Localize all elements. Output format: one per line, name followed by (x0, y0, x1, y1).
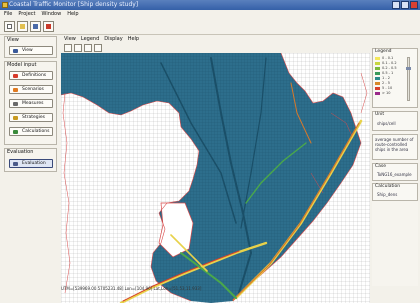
strategies-label: Strategies (22, 115, 45, 120)
minimize-button[interactable] (392, 1, 400, 9)
legend-item: 0.5 - 1 (375, 71, 393, 75)
window-title: Coastal Traffic Monitor [Ship density st… (9, 1, 139, 8)
calculations-label: Calculations (22, 129, 50, 134)
legend-item: 1 - 2 (375, 76, 390, 80)
title-bar: Coastal Traffic Monitor [Ship density st… (0, 0, 420, 10)
legend-slider-thumb[interactable] (406, 67, 411, 70)
legend-item: 5 - 10 (375, 86, 392, 90)
legend-slider[interactable] (407, 57, 410, 101)
pan-tool[interactable] (94, 44, 102, 52)
menu-window[interactable]: Window (41, 11, 61, 18)
toolbar (0, 19, 420, 35)
unit-section: Unit ships/cell (372, 111, 418, 131)
page-icon (7, 24, 12, 29)
measures-button[interactable]: Measures (9, 99, 53, 108)
evaluation-section-label: Evaluation (7, 149, 34, 155)
model-input-section: Model input Definitions Scenarios Measur… (4, 61, 57, 145)
menu-project[interactable]: Project (18, 11, 35, 18)
project-button[interactable] (43, 21, 54, 32)
map-menu-display[interactable]: Display (104, 35, 122, 43)
window-controls (392, 1, 418, 9)
eye-icon (13, 49, 18, 53)
view-section-label: View (7, 37, 19, 43)
strategies-button[interactable]: Strategies (9, 113, 53, 122)
definitions-button[interactable]: Definitions (9, 71, 53, 80)
menu-file[interactable]: File (4, 11, 12, 18)
folder-icon (20, 24, 25, 29)
evaluation-button[interactable]: Evaluation (9, 159, 53, 168)
definitions-icon (13, 74, 18, 78)
right-panel: Legend 0 - 0.1 0.1 - 0.2 0.2 - 0.5 0.5 -… (372, 48, 418, 286)
ship-density-map[interactable] (61, 53, 370, 303)
legend-item: > 10 (375, 91, 391, 95)
description-section: average number of route-controlled ships… (372, 134, 418, 160)
scenarios-label: Scenarios (22, 87, 44, 92)
evaluation-section: Evaluation Evaluation (4, 148, 57, 172)
app-icon (2, 2, 8, 8)
book-icon (46, 24, 51, 29)
zoom-in-tool[interactable] (74, 44, 82, 52)
map-menu-legend[interactable]: Legend (81, 35, 99, 43)
description-text: average number of route-controlled ships… (375, 137, 414, 152)
case-label: Case (375, 164, 387, 169)
menu-help[interactable]: Help (67, 11, 78, 18)
calculations-button[interactable]: Calculations (9, 127, 53, 136)
close-button[interactable] (410, 1, 418, 9)
open-button[interactable] (17, 21, 28, 32)
new-file-button[interactable] (4, 21, 15, 32)
legend-item: 0.2 - 0.5 (375, 66, 397, 70)
calculation-value: Ship_dens (377, 192, 398, 197)
map-menu-bar: View Legend Display Help (61, 35, 370, 43)
case-value: ToNG16_example (377, 172, 412, 177)
calculation-label: Calculation (375, 184, 401, 189)
model-input-label: Model input (7, 62, 37, 68)
view-section: View View (4, 36, 57, 58)
map-toolbar (61, 43, 370, 53)
legend-item: 0 - 0.1 (375, 56, 393, 60)
map-menu-help[interactable]: Help (128, 35, 139, 43)
map-view: View Legend Display Help UTM=[539969.00 … (61, 35, 370, 303)
calculations-icon (13, 130, 18, 134)
legend-item: 2 - 5 (375, 81, 390, 85)
map-status-bar: UTM=[539969.00 5705231.48] Lon=[104.96] … (61, 286, 202, 291)
legend-label: Legend (375, 49, 392, 54)
evaluation-button-label: Evaluation (22, 161, 46, 166)
menu-bar: File Project Window Help (0, 11, 420, 18)
view-button-label: View (22, 48, 33, 53)
disk-icon (33, 24, 38, 29)
legend-section: Legend 0 - 0.1 0.1 - 0.2 0.2 - 0.5 0.5 -… (372, 48, 418, 108)
case-section: Case ToNG16_example (372, 163, 418, 181)
view-button[interactable]: View (9, 46, 53, 55)
save-button[interactable] (30, 21, 41, 32)
left-panel: View View Model input Definitions Scenar… (4, 36, 57, 287)
scenarios-button[interactable]: Scenarios (9, 85, 53, 94)
unit-value: ships/cell (377, 121, 396, 126)
legend-item: 0.1 - 0.2 (375, 61, 397, 65)
definitions-label: Definitions (22, 73, 47, 78)
pointer-tool[interactable] (64, 44, 72, 52)
strategies-icon (13, 116, 18, 120)
chart-icon (13, 162, 18, 166)
calculation-section: Calculation Ship_dens (372, 183, 418, 201)
scenarios-icon (13, 88, 18, 92)
zoom-out-tool[interactable] (84, 44, 92, 52)
measures-label: Measures (22, 101, 44, 106)
measures-icon (13, 102, 18, 106)
unit-label: Unit (375, 112, 385, 117)
maximize-button[interactable] (401, 1, 409, 9)
map-menu-view[interactable]: View (64, 35, 76, 43)
